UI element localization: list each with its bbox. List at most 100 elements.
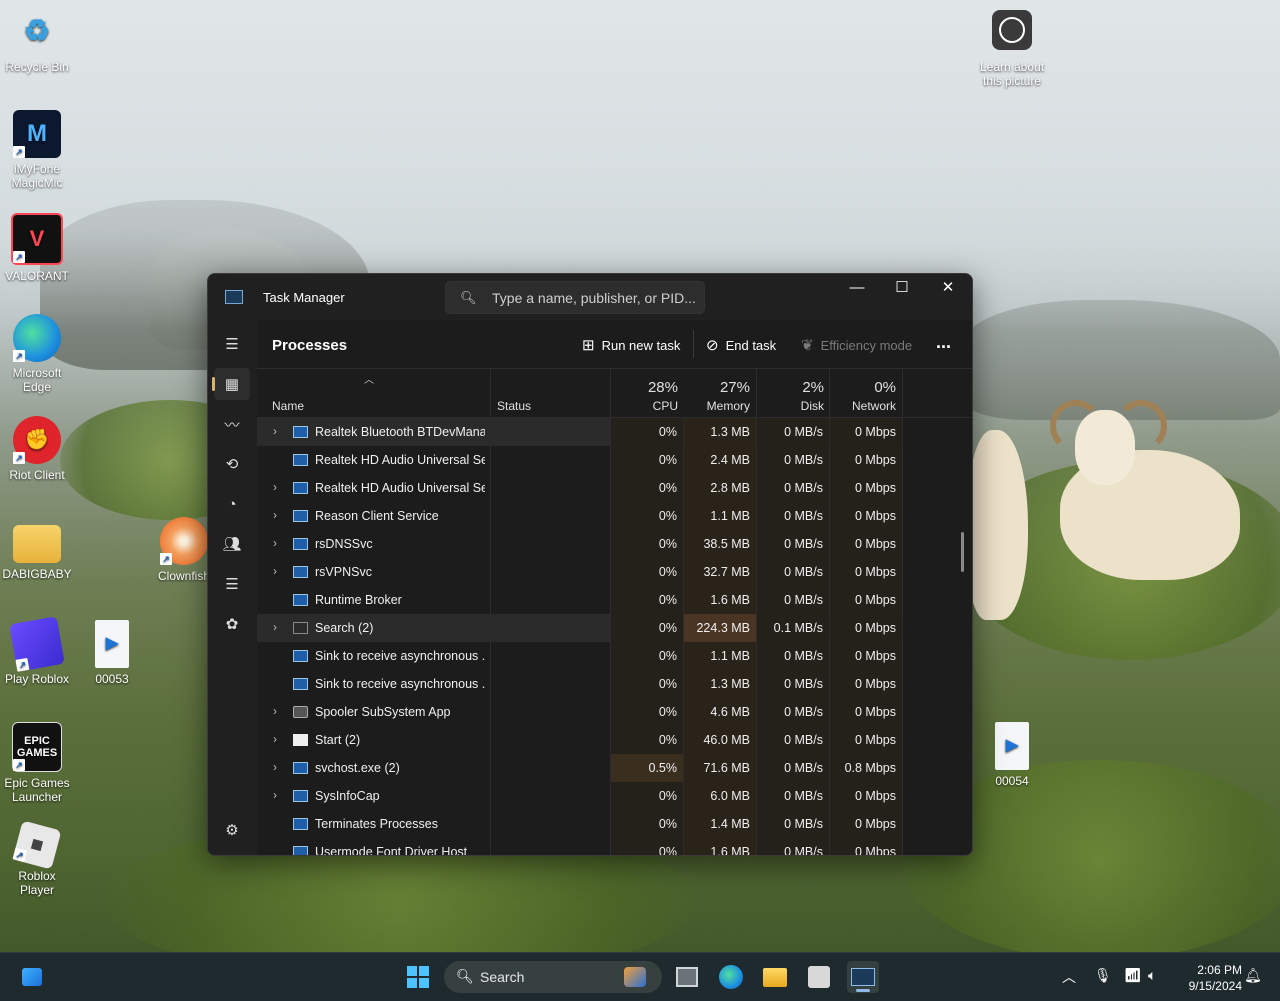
desktop-icon-play-roblox[interactable]: ↗ Play Roblox bbox=[1, 616, 73, 686]
nav-startup-apps[interactable]: ◔ bbox=[214, 488, 250, 520]
taskbar-file-explorer[interactable] bbox=[759, 961, 791, 993]
expand-chevron-icon[interactable]: › bbox=[273, 508, 283, 522]
taskbar-edge[interactable] bbox=[715, 961, 747, 993]
desktop-icon-valorant[interactable]: V ↗ VALORANT bbox=[1, 213, 73, 283]
more-options-button[interactable]: ... bbox=[936, 332, 951, 353]
disk-value: 0 MB/s bbox=[784, 649, 823, 663]
memory-value: 224.3 MB bbox=[696, 621, 750, 635]
table-row[interactable]: › Realtek HD Audio Universal Se... 0% 2.… bbox=[257, 474, 903, 502]
nav-users[interactable]: 👥︎ bbox=[214, 528, 250, 560]
table-row[interactable]: Usermode Font Driver Host 0% 1.6 MB 0 MB… bbox=[257, 838, 903, 855]
expand-chevron-icon[interactable]: › bbox=[273, 704, 283, 718]
end-task-button[interactable]: ⊘ End task bbox=[706, 336, 776, 354]
column-header-disk[interactable]: 2% Disk bbox=[762, 379, 824, 413]
table-row[interactable]: › Start (2) 0% 46.0 MB 0 MB/s 0 Mbps bbox=[257, 726, 903, 754]
close-button[interactable]: ✕ bbox=[925, 274, 971, 304]
desktop-icon-roblox-player[interactable]: ↗ Roblox Player bbox=[1, 820, 73, 897]
taskbar-search[interactable]: 🔍︎ Search bbox=[444, 961, 662, 993]
column-header-cpu[interactable]: 28% CPU bbox=[617, 379, 678, 413]
table-row[interactable]: Terminates Processes 0% 1.4 MB 0 MB/s 0 … bbox=[257, 810, 903, 838]
clock[interactable]: 2:06 PM 9/15/2024 bbox=[1172, 962, 1242, 994]
table-row[interactable]: › Reason Client Service 0% 1.1 MB 0 MB/s… bbox=[257, 502, 903, 530]
table-row[interactable]: › svchost.exe (2) 0.5% 71.6 MB 0 MB/s 0.… bbox=[257, 754, 903, 782]
process-icon bbox=[293, 622, 308, 634]
process-name: Realtek HD Audio Universal Se... bbox=[315, 453, 485, 467]
efficiency-mode-button[interactable]: ❦ Efficiency mode bbox=[801, 336, 912, 354]
taskbar-task-manager[interactable] bbox=[847, 961, 879, 993]
nav-app-history[interactable]: ⟲ bbox=[214, 448, 250, 480]
window-title: Task Manager bbox=[263, 290, 345, 305]
processes-icon: ▦ bbox=[224, 376, 240, 393]
process-icon bbox=[293, 650, 308, 662]
desktop-icon-dabigbaby[interactable]: DABIGBABY bbox=[1, 519, 73, 581]
search-input[interactable] bbox=[490, 288, 699, 308]
expand-chevron-icon[interactable]: › bbox=[273, 732, 283, 746]
desktop-icon-riot-client[interactable]: ✊ ↗ Riot Client bbox=[1, 416, 73, 482]
hamburger-menu-button[interactable]: ☰ bbox=[214, 328, 250, 360]
expand-chevron-icon[interactable]: › bbox=[273, 480, 283, 494]
table-row[interactable]: Realtek HD Audio Universal Se... 0% 2.4 … bbox=[257, 446, 903, 474]
desktop-icon-learn-about-picture[interactable]: Learn about this picture bbox=[976, 10, 1048, 88]
desktop-icon-imyfone-magicmic[interactable]: M ↗ iMyFone MagicMic bbox=[1, 110, 73, 190]
maximize-button[interactable]: ☐ bbox=[879, 274, 925, 304]
disk-value: 0 MB/s bbox=[784, 817, 823, 831]
table-row[interactable]: Runtime Broker 0% 1.6 MB 0 MB/s 0 Mbps bbox=[257, 586, 903, 614]
title-bar[interactable]: Task Manager 🔍︎ — ☐ ✕ bbox=[208, 274, 972, 320]
desktop-icon-microsoft-edge[interactable]: ↗ Microsoft Edge bbox=[1, 314, 73, 394]
minimize-button[interactable]: — bbox=[834, 274, 880, 304]
nav-details[interactable]: ☰ bbox=[214, 568, 250, 600]
nav-services[interactable]: ✿ bbox=[214, 608, 250, 640]
column-header-status[interactable]: Status bbox=[497, 399, 531, 413]
nav-settings[interactable]: ⚙ bbox=[214, 814, 250, 846]
desktop-icon-epic-games-launcher[interactable]: EPIC GAMES ↗ Epic Games Launcher bbox=[1, 722, 73, 804]
disk-value: 0 MB/s bbox=[784, 845, 823, 855]
speaker-icon[interactable]: 🔈︎ bbox=[1148, 967, 1156, 984]
run-new-task-button[interactable]: ⊞ Run new task bbox=[582, 336, 680, 354]
table-row[interactable]: › rsVPNSvc 0% 32.7 MB 0 MB/s 0 Mbps bbox=[257, 558, 903, 586]
table-row[interactable]: Sink to receive asynchronous ... 0% 1.1 … bbox=[257, 642, 903, 670]
shortcut-arrow-icon: ↗ bbox=[13, 146, 25, 158]
desktop-icon-recycle-bin[interactable]: ♻ Recycle Bin bbox=[1, 8, 73, 75]
desktop-icon-00054[interactable]: ▶ 00054 bbox=[976, 722, 1048, 788]
process-name: Sink to receive asynchronous ... bbox=[315, 677, 485, 691]
cpu-value: 0% bbox=[658, 509, 677, 523]
start-button[interactable] bbox=[402, 961, 434, 993]
notification-bell-icon[interactable]: 🔔︎ bbox=[1244, 967, 1262, 984]
search-box[interactable]: 🔍︎ bbox=[445, 281, 705, 314]
expand-chevron-icon[interactable]: › bbox=[273, 564, 283, 578]
wifi-icon[interactable]: 📶︎ bbox=[1124, 967, 1142, 984]
process-icon bbox=[293, 454, 308, 466]
shortcut-arrow-icon: ↗ bbox=[13, 350, 25, 362]
task-view-button[interactable] bbox=[671, 961, 703, 993]
process-icon bbox=[293, 510, 308, 522]
nav-performance[interactable]: 〰 bbox=[214, 408, 250, 440]
microphone-icon[interactable]: 🎙︎ bbox=[1094, 967, 1112, 984]
widgets-button[interactable] bbox=[16, 961, 48, 993]
task-manager-app-icon bbox=[225, 290, 243, 304]
column-header-network[interactable]: 0% Network bbox=[832, 379, 896, 413]
expand-chevron-icon[interactable]: › bbox=[273, 536, 283, 550]
desktop-icon-00053[interactable]: ▶ 00053 bbox=[76, 620, 148, 686]
table-row[interactable]: › Spooler SubSystem App 0% 4.6 MB 0 MB/s… bbox=[257, 698, 903, 726]
memory-value: 6.0 MB bbox=[710, 789, 750, 803]
new-task-icon: ⊞ bbox=[582, 337, 595, 354]
taskbar-app-unknown[interactable] bbox=[803, 961, 835, 993]
table-row[interactable]: Sink to receive asynchronous ... 0% 1.3 … bbox=[257, 670, 903, 698]
column-header-name[interactable]: Name bbox=[272, 399, 304, 413]
table-row[interactable]: › SysInfoCap 0% 6.0 MB 0 MB/s 0 Mbps bbox=[257, 782, 903, 810]
expand-chevron-icon[interactable]: › bbox=[273, 788, 283, 802]
nav-processes[interactable]: ▦ bbox=[212, 368, 250, 400]
column-header-memory[interactable]: 27% Memory bbox=[687, 379, 750, 413]
table-row[interactable]: › Search (2) 0% 224.3 MB 0.1 MB/s 0 Mbps bbox=[257, 614, 903, 642]
expand-chevron-icon[interactable]: › bbox=[273, 620, 283, 634]
scrollbar-thumb[interactable] bbox=[961, 532, 964, 572]
expand-chevron-icon[interactable]: › bbox=[273, 760, 283, 774]
processes-panel: Processes ⊞ Run new task ⊘ End task ❦ Ef… bbox=[257, 320, 972, 855]
expand-chevron-icon[interactable]: › bbox=[273, 424, 283, 438]
table-row[interactable]: › Realtek Bluetooth BTDevMana... 0% 1.3 … bbox=[257, 418, 903, 446]
chevron-up-icon[interactable]: ︿ bbox=[1062, 967, 1076, 987]
roblox-player-icon: ↗ bbox=[12, 820, 62, 870]
puzzle-icon: ✿ bbox=[225, 616, 239, 633]
table-row[interactable]: › rsDNSSvc 0% 38.5 MB 0 MB/s 0 Mbps bbox=[257, 530, 903, 558]
video-file-icon: ▶ bbox=[95, 620, 129, 668]
